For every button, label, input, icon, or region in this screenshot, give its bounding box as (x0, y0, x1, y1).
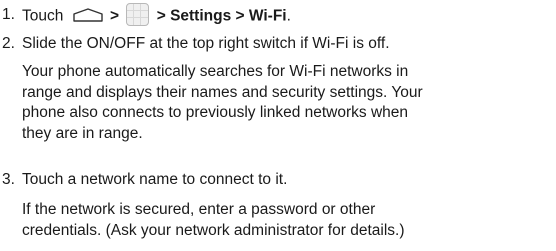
note-line: If the network is secured, enter a passw… (22, 201, 376, 218)
path-separator: > (110, 7, 120, 25)
step-number: 2. (2, 35, 15, 52)
sentence-end: . (286, 7, 291, 25)
step-3-note: If the network is secured, enter a passw… (22, 200, 550, 241)
step-1: 1. Touch > > Settings > Wi-Fi. (0, 3, 550, 28)
note-line: phone also connects to previously linked… (22, 104, 409, 121)
step-text: Touch > > Settings > Wi-Fi. (22, 3, 550, 28)
note-line: range and displays their names and secur… (22, 83, 423, 101)
note-line: credentials. (Ask your network administr… (22, 221, 405, 239)
step-number: 3. (2, 171, 15, 188)
instructions-page: 1. Touch > > Settings > Wi-Fi. 2. Slide … (0, 0, 556, 251)
step-text: Slide the ON/OFF at the top right switch… (22, 35, 390, 52)
step-text: Touch a network name to connect to it. (22, 171, 288, 188)
path-separator: > (156, 7, 166, 25)
step-2-note: Your phone automatically searches for Wi… (22, 62, 550, 144)
step-3: 3. Touch a network name to connect to it… (0, 170, 550, 191)
step-number: 1. (2, 6, 15, 23)
note-line: they are in range. (22, 124, 143, 142)
home-outline-icon (72, 7, 103, 22)
settings-path: Settings > Wi-Fi (170, 7, 287, 25)
step-2: 2. Slide the ON/OFF at the top right swi… (0, 34, 550, 55)
apps-grid-icon (126, 3, 150, 26)
touch-word: Touch (22, 7, 64, 25)
note-line: Your phone automatically searches for Wi… (22, 63, 409, 80)
